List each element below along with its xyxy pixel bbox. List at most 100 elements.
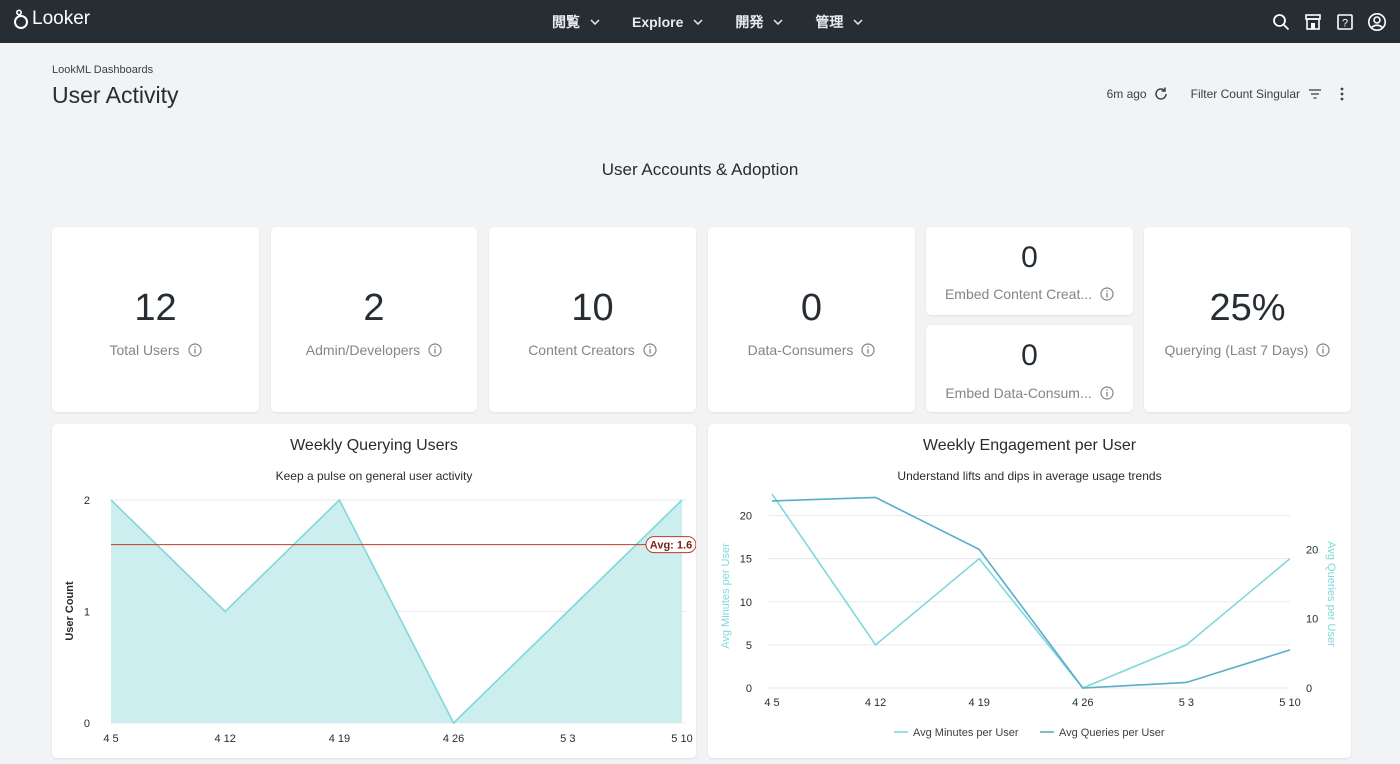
series-line: [771, 496, 1291, 689]
x-tick-label: 5 3: [1179, 697, 1194, 709]
y-tick-label: 20: [740, 511, 752, 523]
x-tick-label: 4 26: [443, 733, 464, 745]
chevron-down-icon: [853, 18, 863, 25]
looker-logo[interactable]: Looker: [12, 8, 90, 30]
top-navigation-bar: Looker 閲覧 Explore 開発 管理 ?: [0, 0, 1400, 43]
svg-text:?: ?: [1342, 17, 1348, 29]
kpi-label: Data-Consumers: [708, 342, 915, 358]
last-updated-text: 6m ago: [1106, 87, 1147, 101]
search-icon[interactable]: [1270, 11, 1292, 33]
x-tick-label: 5 3: [560, 733, 575, 745]
kpi-value: 0: [1021, 339, 1038, 372]
info-icon[interactable]: [1100, 386, 1114, 400]
kpi-label: Total Users: [52, 342, 259, 358]
x-tick-label: 4 19: [329, 733, 350, 745]
kpi-tile-content-creators: 10 Content Creators: [489, 227, 696, 412]
chevron-down-icon: [693, 18, 703, 25]
chart-tile-weekly-querying-users: Weekly Querying Users Keep a pulse on ge…: [52, 424, 696, 758]
main-nav: 閲覧 Explore 開発 管理: [536, 0, 879, 43]
info-icon[interactable]: [861, 343, 876, 357]
weekly-querying-users-chart: 0 1 2 Avg: 1.6 4 5 4 12 4 19 4 26 5 3 5 10 User Co…: [64, 495, 696, 745]
weekly-engagement-chart: 0 5 10 15 20 0 10 20 4 5 4 12 4 19 4 26 5 3 5 10 Avg M…: [720, 493, 1337, 739]
breadcrumb[interactable]: LookML Dashboards: [52, 64, 153, 76]
x-tick-label: 5 10: [671, 733, 692, 745]
y-axis-title: Avg Minutes per User: [720, 543, 732, 649]
y2-axis-title: Avg Queries per User: [1325, 541, 1337, 647]
account-icon[interactable]: [1366, 11, 1388, 33]
x-tick-label: 4 5: [103, 733, 118, 745]
nav-admin-label: 管理: [815, 13, 844, 30]
kpi-label: Embed Content Creat...: [926, 286, 1133, 302]
info-icon[interactable]: [1316, 343, 1331, 357]
x-tick-label: 4 12: [214, 733, 235, 745]
x-tick-label: 4 5: [764, 697, 779, 709]
kpi-tile-total-users: 12 Total Users: [52, 227, 259, 412]
marketplace-icon[interactable]: [1302, 11, 1324, 33]
toolbar-icons: ?: [1270, 0, 1388, 43]
nav-admin[interactable]: 管理: [799, 0, 879, 43]
info-icon[interactable]: [643, 343, 657, 357]
chevron-down-icon: [590, 18, 600, 25]
kpi-label-text: Total Users: [109, 342, 180, 358]
kpi-label-text: Data-Consumers: [747, 342, 854, 358]
chart-tile-weekly-engagement: Weekly Engagement per User Understand li…: [708, 424, 1351, 758]
x-tick-label: 4 26: [1072, 697, 1093, 709]
dashboard-controls: 6m ago Filter Count Singular: [1107, 86, 1344, 102]
x-tick-label: 4 12: [865, 697, 886, 709]
y2-tick-label: 10: [1306, 614, 1318, 626]
kpi-label-text: Querying (Last 7 Days): [1164, 342, 1309, 358]
filter-icon[interactable]: [1308, 88, 1322, 100]
x-tick-label: 4 19: [968, 697, 989, 709]
kpi-value: 0: [1021, 241, 1038, 274]
kpi-value: 10: [571, 287, 614, 329]
nav-explore[interactable]: Explore: [616, 0, 719, 43]
kpi-value: 12: [134, 287, 177, 329]
kpi-label: Content Creators: [489, 342, 696, 358]
info-icon[interactable]: [187, 343, 202, 357]
kpi-tile-data-consumers: 0 Data-Consumers: [708, 227, 915, 412]
legend-label: Avg Queries per User: [1059, 727, 1165, 739]
kpi-value: 25%: [1209, 287, 1286, 329]
y2-tick-label: 0: [1306, 683, 1312, 695]
y-tick-label: 0: [746, 683, 752, 695]
chevron-down-icon: [773, 18, 783, 25]
kpi-label: Querying (Last 7 Days): [1144, 342, 1351, 358]
nav-explore-label: Explore: [632, 13, 684, 30]
more-vert-icon[interactable]: [1340, 87, 1344, 101]
avg-label: Avg: 1.6: [650, 540, 692, 552]
kpi-label: Embed Data-Consum...: [926, 385, 1133, 401]
series-line: [771, 493, 1291, 689]
nav-develop-label: 開発: [735, 13, 764, 30]
info-icon[interactable]: [428, 343, 442, 357]
help-icon[interactable]: ?: [1334, 11, 1356, 33]
kpi-label-text: Admin/Developers: [305, 342, 421, 358]
kpi-tile-embed-data-consumers: 0 Embed Data-Consum...: [926, 325, 1133, 412]
y-tick-label: 1: [84, 607, 90, 619]
y2-tick-label: 20: [1306, 544, 1318, 556]
kpi-label-text: Embed Content Creat...: [944, 286, 1093, 302]
y-tick-label: 0: [84, 718, 90, 730]
y-tick-label: 15: [740, 554, 752, 566]
nav-browse[interactable]: 閲覧: [536, 0, 616, 43]
filter-count-label[interactable]: Filter Count Singular: [1191, 87, 1300, 101]
x-tick-label: 5 10: [1279, 697, 1300, 709]
section-title: User Accounts & Adoption: [601, 160, 799, 179]
refresh-icon[interactable]: [1153, 86, 1169, 102]
logo-text: Looker: [32, 8, 91, 29]
y-axis-title: User Count: [64, 581, 76, 641]
kpi-value: 0: [800, 287, 823, 329]
kpi-value: 2: [363, 287, 385, 329]
page-title: User Activity: [52, 82, 179, 108]
y-tick-label: 2: [84, 495, 90, 507]
nav-browse-label: 閲覧: [552, 13, 580, 30]
nav-develop[interactable]: 開発: [719, 0, 799, 43]
y-tick-label: 5: [746, 640, 752, 652]
looker-logo-icon: [14, 9, 28, 29]
kpi-label-text: Content Creators: [528, 342, 635, 358]
kpi-tile-admin-developers: 2 Admin/Developers: [271, 227, 477, 412]
info-icon[interactable]: [1100, 287, 1114, 301]
kpi-tile-embed-content-creators: 0 Embed Content Creat...: [926, 227, 1133, 315]
legend-label: Avg Minutes per User: [913, 727, 1019, 739]
y-tick-label: 10: [740, 597, 752, 609]
kpi-tile-querying-last-7-days: 25% Querying (Last 7 Days): [1144, 227, 1351, 412]
